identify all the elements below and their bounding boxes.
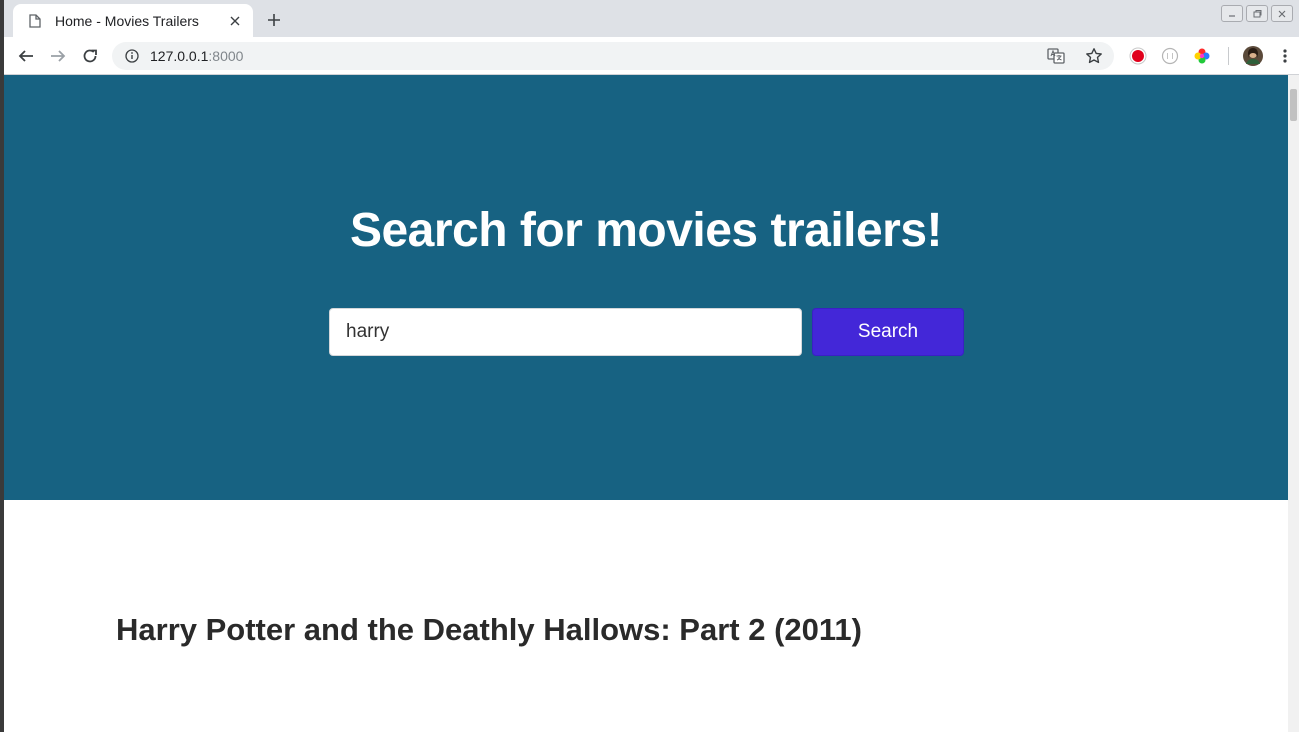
url-text: 127.0.0.1:8000: [150, 48, 243, 64]
star-icon[interactable]: [1084, 46, 1104, 66]
result-title: Harry Potter and the Deathly Hallows: Pa…: [116, 612, 862, 647]
browser-toolbar: 127.0.0.1:8000: [4, 37, 1299, 75]
search-button[interactable]: Search: [812, 308, 964, 356]
circle-extension-icon[interactable]: [1160, 46, 1180, 66]
minimize-icon[interactable]: [1221, 5, 1243, 22]
translate-icon[interactable]: [1046, 46, 1066, 66]
page-title: Search for movies trailers!: [349, 204, 943, 257]
page-viewport: Search for movies trailers! Search Harry…: [4, 75, 1288, 732]
url-port: :8000: [208, 48, 244, 64]
reload-icon[interactable]: [78, 44, 102, 68]
tab-strip: Home - Movies Trailers: [4, 0, 1299, 37]
forward-arrow-icon[interactable]: [46, 44, 70, 68]
browser-chrome: Home - Movies Trailers 127.0.0.1:8000: [4, 0, 1299, 75]
toolbar-separator: [1228, 47, 1229, 65]
scrollbar-thumb[interactable]: [1290, 89, 1297, 121]
window-close-icon[interactable]: [1271, 5, 1293, 22]
page-scrollbar[interactable]: [1288, 75, 1299, 732]
restore-icon[interactable]: [1246, 5, 1268, 22]
hero-section: Search for movies trailers! Search: [4, 75, 1288, 500]
record-icon[interactable]: [1128, 46, 1148, 66]
url-host: 127.0.0.1: [150, 48, 209, 64]
tab-title: Home - Movies Trailers: [55, 12, 199, 29]
page-icon: [27, 13, 43, 29]
plus-icon[interactable]: [263, 9, 285, 31]
window-controls: [1221, 5, 1293, 22]
address-bar[interactable]: 127.0.0.1:8000: [112, 42, 1114, 70]
info-icon[interactable]: [124, 48, 140, 64]
back-arrow-icon[interactable]: [14, 44, 38, 68]
tab-home[interactable]: Home - Movies Trailers: [13, 4, 253, 37]
omnibox-actions: [1046, 46, 1104, 66]
color-wheel-icon[interactable]: [1192, 46, 1212, 66]
menu-dots-icon[interactable]: [1275, 46, 1295, 66]
profile-avatar[interactable]: [1243, 46, 1263, 66]
search-input[interactable]: [329, 308, 802, 356]
close-icon[interactable]: [227, 13, 243, 29]
extensions-area: [1128, 46, 1295, 66]
